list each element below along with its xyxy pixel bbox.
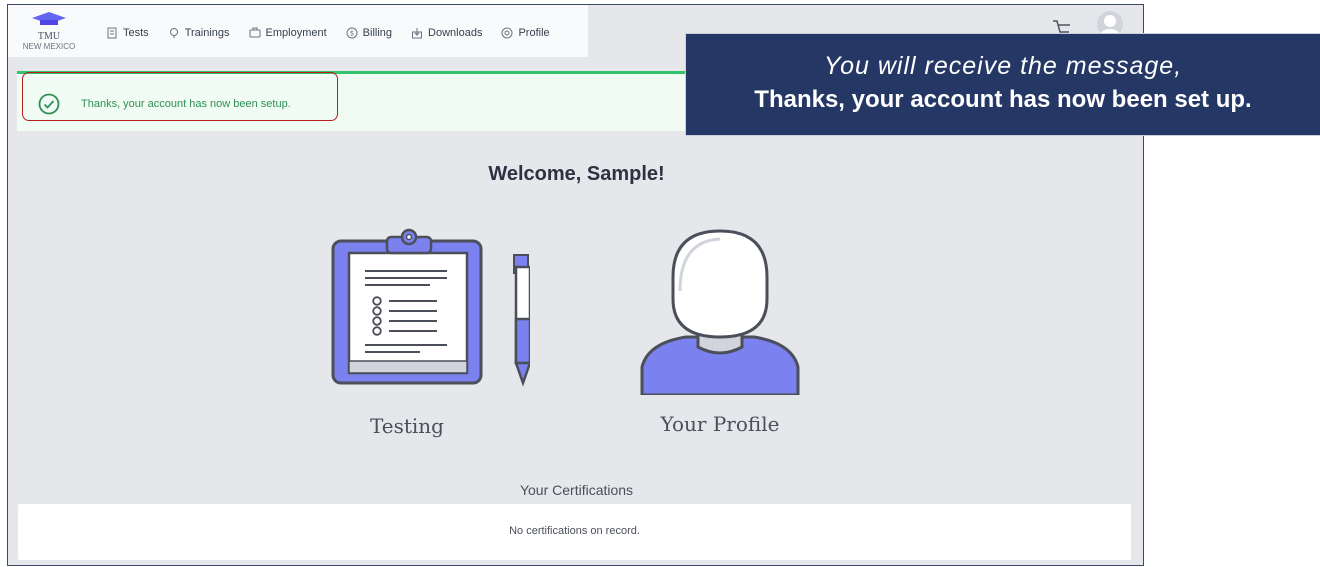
- trainings-icon: [169, 28, 178, 38]
- billing-icon: $: [346, 27, 358, 39]
- nav-downloads-label: Downloads: [428, 27, 483, 39]
- nav-downloads[interactable]: Downloads: [411, 27, 482, 39]
- nav-profile[interactable]: Profile: [501, 27, 550, 39]
- instruction-callout: You will receive the message, Thanks, yo…: [685, 33, 1320, 136]
- callout-line-2: Thanks, your account has now been set up…: [754, 86, 1252, 113]
- highlight-box: [22, 72, 338, 121]
- profile-label: Your Profile: [660, 412, 780, 436]
- nav-billing-label: Billing: [362, 27, 393, 39]
- welcome-heading: Welcome, Sample!: [488, 163, 665, 185]
- brand-logo[interactable]: TMU NEW MEXICO: [14, 12, 84, 51]
- nav-profile-label: Profile: [518, 27, 550, 39]
- testing-card[interactable]: Testing: [330, 227, 532, 438]
- brand-subtitle: NEW MEXICO: [22, 42, 76, 51]
- profile-icon: [501, 27, 513, 39]
- nav-billing[interactable]: $ Billing: [346, 27, 392, 39]
- person-icon: [640, 229, 800, 397]
- nav-employment-label: Employment: [265, 27, 327, 39]
- certifications-panel: No certifications on record.: [17, 503, 1132, 561]
- profile-card[interactable]: Your Profile: [640, 227, 800, 436]
- top-navbar: TMU NEW MEXICO Tests Trainings Employmen…: [8, 5, 588, 57]
- downloads-icon: [412, 28, 423, 39]
- nav-trainings[interactable]: Trainings: [168, 27, 230, 39]
- tests-icon: [107, 27, 117, 39]
- nav-tests-label: Tests: [123, 27, 149, 39]
- testing-label: Testing: [369, 414, 444, 438]
- brand-name: TMU: [37, 31, 61, 42]
- graduation-cap-icon: [32, 12, 66, 25]
- clipboard-icon: [331, 228, 532, 387]
- employment-icon: [249, 27, 261, 38]
- svg-text:$: $: [349, 30, 353, 38]
- main-nav: Tests Trainings Employment $ Billing Dow…: [106, 27, 550, 39]
- nav-employment[interactable]: Employment: [249, 27, 327, 39]
- certifications-title: Your Certifications: [519, 482, 634, 498]
- nav-trainings-label: Trainings: [184, 27, 230, 39]
- nav-tests[interactable]: Tests: [106, 27, 149, 39]
- callout-line-1: You will receive the message,: [823, 52, 1183, 80]
- certifications-empty-text: No certifications on record.: [509, 525, 640, 537]
